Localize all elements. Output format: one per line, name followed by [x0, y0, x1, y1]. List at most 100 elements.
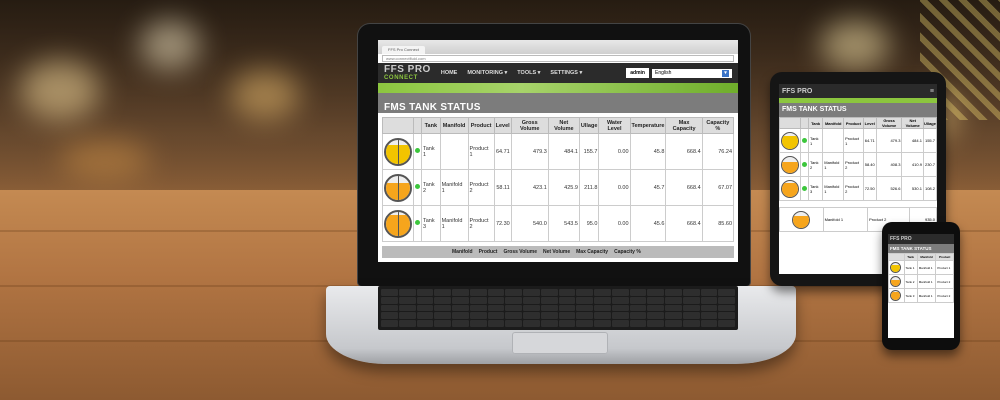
- keyboard-key: [576, 304, 593, 312]
- tablet-cell-level: 72.50: [862, 176, 877, 201]
- tablet-logo[interactable]: FFS PRO: [782, 88, 812, 95]
- user-button[interactable]: admin: [626, 68, 649, 78]
- keyboard-key: [469, 296, 487, 304]
- phone-gauge-cell: [888, 288, 905, 303]
- cell-ullage: 155.7: [578, 133, 600, 170]
- tablet-cell-level: 64.71: [862, 128, 877, 153]
- tank-gauge-cell: [382, 169, 414, 206]
- tablet-cell-net: 530.1: [901, 176, 924, 201]
- phone-nav-logo[interactable]: FFS PRO: [888, 234, 954, 244]
- keyboard-key: [611, 296, 629, 304]
- phone-col-manifold: Manifold: [916, 253, 937, 261]
- tank-gauge-icon: [384, 137, 412, 166]
- table-row[interactable]: Tank 2 Manifold 1 Product 2 58.11 423.1 425.9…: [382, 169, 735, 206]
- keyboard-key: [700, 320, 718, 327]
- gauge-divider: [398, 139, 399, 164]
- page-title-bar: FMS TANK STATUS: [378, 93, 738, 113]
- keyboard-key: [434, 312, 451, 320]
- language-value: English: [655, 70, 672, 76]
- tank-gauge-icon: [781, 155, 799, 174]
- phone-table-row[interactable]: Tank 2 Manifold 1 Product 2: [888, 274, 954, 289]
- keyboard-key: [469, 289, 487, 296]
- top-nav: FFS PRO CONNECT HOME MONITORING ▾ TOOLS …: [378, 63, 738, 83]
- nav-monitoring[interactable]: MONITORING ▾: [467, 70, 507, 76]
- cell-temp: 45.7: [629, 169, 667, 206]
- cell-tank: Tank 2: [421, 169, 441, 206]
- keyboard-key: [718, 289, 735, 296]
- keyboard-key: [718, 312, 735, 320]
- browser-url-bar[interactable]: www.connectfluid.com: [382, 55, 734, 62]
- browser-tabbar: FFS Pro Connect: [378, 40, 738, 54]
- keyboard-key: [416, 312, 434, 320]
- phone-table-row[interactable]: Tank 3 Manifold 1 Product 2: [888, 288, 954, 303]
- col-header-10: Temperature: [629, 117, 667, 134]
- col-header-11: Max Capacity: [665, 117, 703, 134]
- keyboard-key: [647, 304, 664, 312]
- phone-table-row[interactable]: Tank 1 Manifold 1 Product 1: [888, 260, 954, 275]
- keyboard-key: [398, 304, 416, 312]
- language-select[interactable]: English ▾: [652, 68, 732, 78]
- tablet-tank-table: Tank Manifold Product Level Gross Volume…: [779, 117, 937, 201]
- keyboard-key: [611, 312, 629, 320]
- tank-gauge-cell: [382, 133, 414, 170]
- keyboard-key: [523, 320, 540, 327]
- logo-line1: FFS PRO: [384, 64, 431, 75]
- phone-cell-product: Product 1: [935, 260, 954, 275]
- status-cell: [413, 205, 422, 242]
- keyboard-key: [647, 296, 664, 304]
- tablet-status-cell: [800, 176, 809, 201]
- keyboard-key: [540, 312, 558, 320]
- tablet-col-gross: Gross Volume: [875, 117, 903, 129]
- cell-ullage: 211.8: [578, 169, 600, 206]
- chevron-down-icon: ▾: [722, 69, 729, 77]
- tank-gauge-icon: [890, 262, 901, 273]
- tablet-status-cell: [800, 128, 809, 153]
- keyboard-key: [416, 289, 434, 296]
- keyboard-key: [682, 312, 700, 320]
- tablet-col-level: Level: [862, 117, 877, 129]
- keyboard-key: [452, 296, 469, 304]
- tablet-col-product: Product: [843, 117, 864, 129]
- phone-cell-tank: Tank 2: [903, 274, 918, 289]
- keyboard-key: [594, 304, 611, 312]
- nav-tools[interactable]: TOOLS ▾: [517, 70, 540, 76]
- keyboard-key: [594, 296, 611, 304]
- keyboard-key: [505, 320, 522, 327]
- tablet-table-row[interactable]: Tank 3 Manifold 1 Product 2 72.50 526.6 530.1…: [779, 176, 937, 201]
- browser-tab[interactable]: FFS Pro Connect: [382, 45, 425, 54]
- keyboard-key: [611, 289, 629, 296]
- tablet-table-row[interactable]: Tank 2 Manifold 1 Product 2 58.40 408.3 410.9…: [779, 152, 937, 177]
- keyboard-key: [576, 289, 593, 296]
- laptop-keyboard: [378, 286, 738, 330]
- tablet-cell-gross: 479.3: [875, 128, 903, 153]
- keyboard-key: [452, 320, 469, 327]
- tablet-cell-manifold: Manifold 1: [822, 176, 845, 201]
- keyboard-key: [682, 304, 700, 312]
- table-row[interactable]: Tank 1 Product 1 64.71 479.3 484.1 155.7 0.00 4…: [382, 133, 735, 170]
- tablet-status-cell: [800, 152, 809, 177]
- hamburger-menu-icon[interactable]: ≡: [930, 88, 934, 95]
- tablet-table-row[interactable]: Tank 1 Product 1 64.71 479.3 484.1 155.7: [779, 128, 937, 153]
- keyboard-key: [487, 312, 505, 320]
- keyboard-key: [629, 304, 647, 312]
- table-row[interactable]: Tank 3 Manifold 1 Product 2 72.30 540.0 543.5…: [382, 205, 735, 242]
- status-cell: [413, 133, 422, 170]
- keyboard-key: [629, 289, 647, 296]
- tablet-gauge-cell: [779, 128, 801, 153]
- tablet-cell-tank: Tank 3: [807, 176, 824, 201]
- keyboard-key: [576, 320, 593, 327]
- keyboard-key: [682, 289, 700, 296]
- phone-cell-manifold: Manifold 1: [916, 274, 937, 289]
- tank-gauge-fill: [782, 136, 798, 149]
- manifold-col-header: Product: [478, 249, 498, 255]
- cell-gross: 423.1: [510, 169, 549, 206]
- cell-level: 58.11: [493, 169, 512, 206]
- cell-product: Product 2: [467, 205, 495, 242]
- tank-gauge-fill: [782, 182, 798, 197]
- nav-home[interactable]: HOME: [441, 70, 458, 76]
- ffs-pro-logo[interactable]: FFS PRO CONNECT: [384, 64, 431, 82]
- tank-gauge-fill: [782, 161, 798, 173]
- cell-tank: Tank 1: [421, 133, 441, 170]
- nav-settings[interactable]: SETTINGS ▾: [550, 70, 582, 76]
- phone-col-product: Product: [935, 253, 954, 261]
